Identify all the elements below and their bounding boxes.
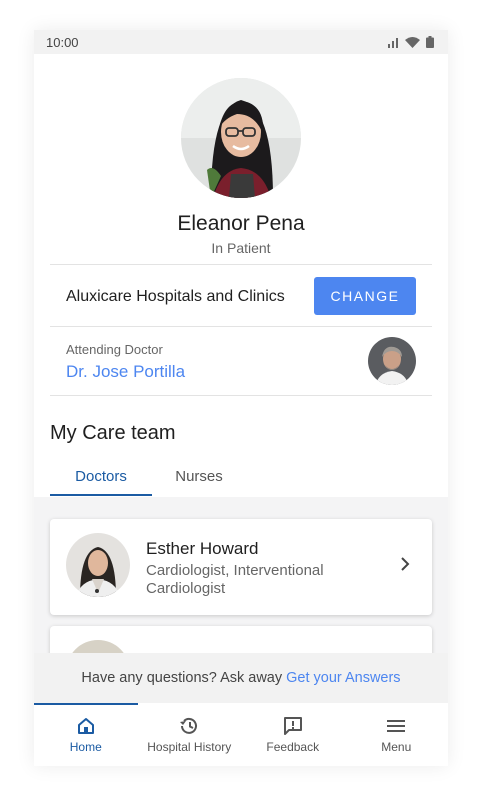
menu-icon	[387, 720, 406, 732]
phone-screen: 10:00 Eleanor Pena In Patient Aluxicare …	[34, 30, 448, 766]
signal-icon	[388, 37, 398, 48]
nav-home[interactable]: Home	[34, 703, 138, 766]
nav-menu[interactable]: Menu	[345, 703, 449, 766]
ask-questions-bar: Have any questions? Ask away Get your An…	[34, 653, 448, 703]
attending-doctor-avatar[interactable]	[368, 337, 416, 385]
care-team-title: My Care team	[50, 422, 176, 444]
divider	[50, 264, 432, 265]
nav-menu-label: Menu	[381, 740, 412, 754]
feedback-icon	[283, 717, 302, 735]
bottom-nav: Home Hospital History Feedback Menu	[34, 703, 448, 766]
change-hospital-button[interactable]: CHANGE	[314, 277, 416, 315]
status-bar: 10:00	[34, 30, 448, 54]
get-answers-link[interactable]: Get your Answers	[286, 670, 400, 686]
divider	[50, 395, 432, 396]
nav-hospital-history[interactable]: Hospital History	[138, 703, 242, 766]
nav-feedback[interactable]: Feedback	[241, 703, 345, 766]
divider	[50, 326, 432, 327]
wifi-icon	[405, 36, 420, 48]
attending-doctor-link[interactable]: Dr. Jose Portilla	[66, 362, 185, 382]
battery-icon	[426, 36, 434, 48]
hospital-name: Aluxicare Hospitals and Clinics	[66, 288, 285, 305]
patient-name: Eleanor Pena	[177, 212, 305, 235]
ask-questions-text: Have any questions? Ask away	[81, 670, 283, 686]
doctor-avatar	[66, 533, 130, 597]
home-icon	[77, 718, 94, 734]
history-icon	[180, 717, 198, 734]
nav-home-label: Home	[69, 740, 102, 754]
chevron-right-icon	[401, 557, 410, 571]
nav-feedback-label: Feedback	[266, 740, 320, 754]
patient-avatar	[181, 78, 301, 198]
tab-doctors[interactable]: Doctors	[50, 468, 152, 496]
doctor-card[interactable]: Esther Howard Cardiologist, Intervention…	[50, 519, 432, 615]
doctor-specialty: Cardiologist, Interventional Cardiologis…	[146, 562, 324, 597]
status-icons	[387, 36, 434, 48]
nav-history-label: Hospital History	[147, 740, 232, 754]
tab-nurses[interactable]: Nurses	[152, 468, 246, 496]
doctor-name: Esther Howard	[146, 539, 259, 558]
status-time: 10:00	[46, 34, 79, 50]
patient-status: In Patient	[211, 240, 271, 256]
attending-doctor-label: Attending Doctor	[66, 342, 163, 357]
